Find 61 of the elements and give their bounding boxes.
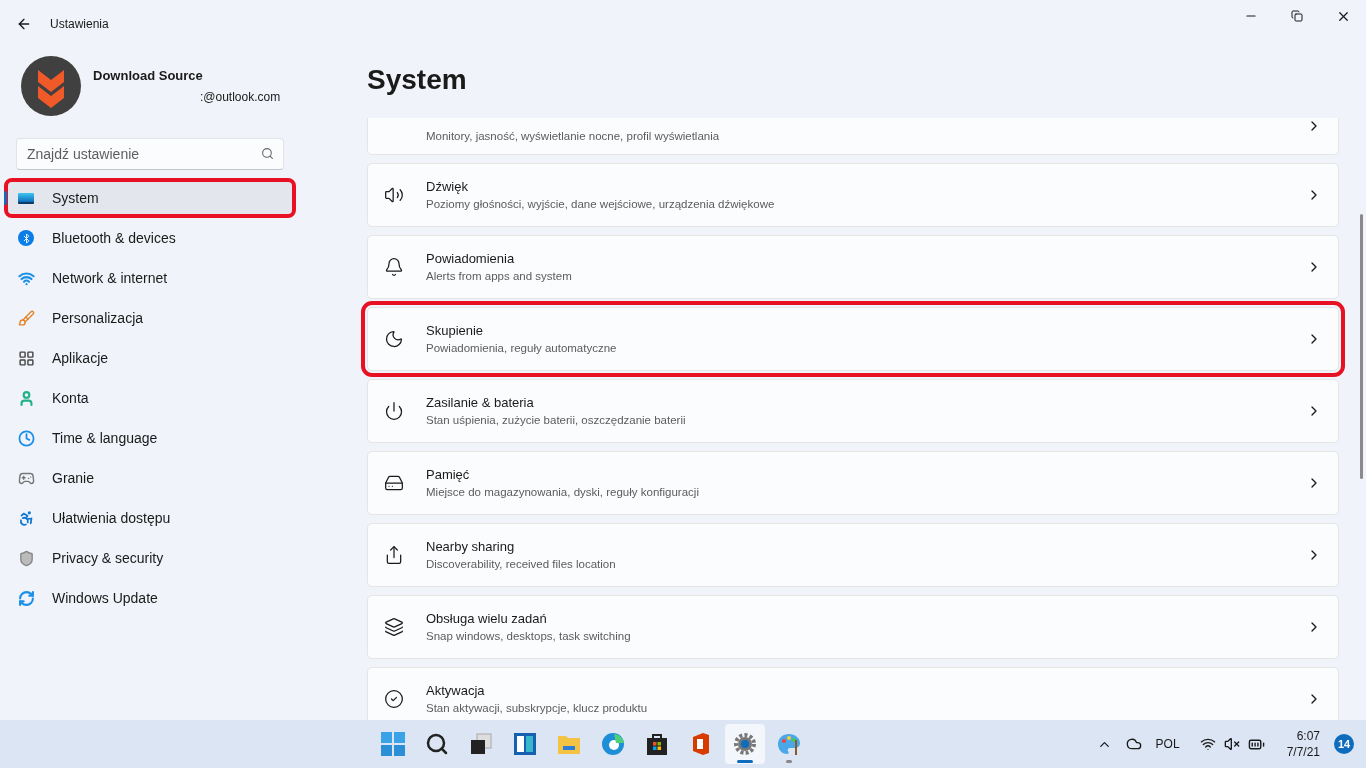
drive-icon [384,473,404,493]
nav-item[interactable]: Granie [8,462,292,494]
search-field[interactable]: Znajdź ustawienie [16,138,284,170]
running-indicator [786,760,793,763]
shield-icon [17,549,35,567]
nav-item[interactable]: Aplikacje [8,342,292,374]
account-email: :@outlook.com [200,88,281,106]
nav-item[interactable]: Network & internet [8,262,292,294]
cloud-icon[interactable] [1125,736,1142,752]
page-title: System [367,64,468,97]
monitor-icon [18,192,34,204]
notification-badge[interactable]: 14 [1334,734,1354,754]
avatar-logo [21,56,81,116]
nav-item[interactable]: Windows Update [8,582,292,614]
gear-icon [733,732,758,756]
settings-card[interactable]: Powiadomienia Alerts from apps and system [367,235,1339,299]
nav-item[interactable]: Bluetooth & devices [8,222,292,254]
nav-item[interactable]: Time & language [8,422,292,454]
settings-card[interactable]: Monitory, jasność, wyświetlanie nocne, profil wyświetlania [367,118,1339,155]
wifi-icon[interactable] [1199,736,1216,752]
bell-icon [384,257,404,277]
nav-item[interactable]: Personalizacja [8,302,292,334]
refresh-icon [17,589,35,607]
speaker-icon [384,185,404,205]
clock-icon [17,429,35,447]
clock-date[interactable]: 7/7/21 [1286,744,1320,760]
settings-card[interactable]: Aktywacja Stan aktywacji, subskrypcje, klucz produktu [367,667,1339,720]
nav-item[interactable]: Konta [8,382,292,414]
accessibility-icon [17,509,35,527]
clock-time[interactable]: 6:07 [1296,728,1320,744]
share-icon [384,545,404,565]
apps-icon [17,349,35,367]
mute-icon[interactable] [1223,736,1240,752]
settings-card[interactable]: Nearby sharing Discoverability, received files location [367,523,1339,587]
account-name: Download Source [93,67,204,86]
settings-card[interactable]: Pamięć Miejsce do magazynowania, dyski, reguły konfiguracji [367,451,1339,515]
window-title: Ustawienia [50,16,109,33]
moon-icon [384,329,404,349]
store-icon [645,732,670,756]
task-view-icon [469,732,494,756]
person-icon [17,389,35,407]
start-icon [381,732,406,756]
palette-icon [777,732,802,756]
power-icon [384,401,404,421]
brush-icon [17,309,35,327]
search-icon [261,147,274,160]
settings-card[interactable]: Dźwięk Poziomy głośności, wyjście, dane wejściowe, urządzenia dźwiękowe [367,163,1339,227]
settings-card[interactable]: Obsługa wielu zadań Snap windows, desktops, task switching [367,595,1339,659]
scrollbar-thumb[interactable] [1360,214,1363,479]
bluetooth-icon [18,230,34,246]
restore-icon [1291,10,1303,22]
search-icon [425,732,450,756]
check-circle-icon [384,689,404,709]
settings-card[interactable]: Zasilanie & bateria Stan uśpienia, zużycie baterii, oszczędzanie baterii [367,379,1339,443]
widgets-icon [513,732,538,756]
wifi-icon [17,269,35,287]
running-indicator [737,760,754,763]
browser-icon [601,732,626,756]
nav-item[interactable]: Ułatwienia dostępu [8,502,292,534]
nav-item[interactable]: Privacy & security [8,542,292,574]
language-indicator[interactable]: POL [1155,735,1180,753]
